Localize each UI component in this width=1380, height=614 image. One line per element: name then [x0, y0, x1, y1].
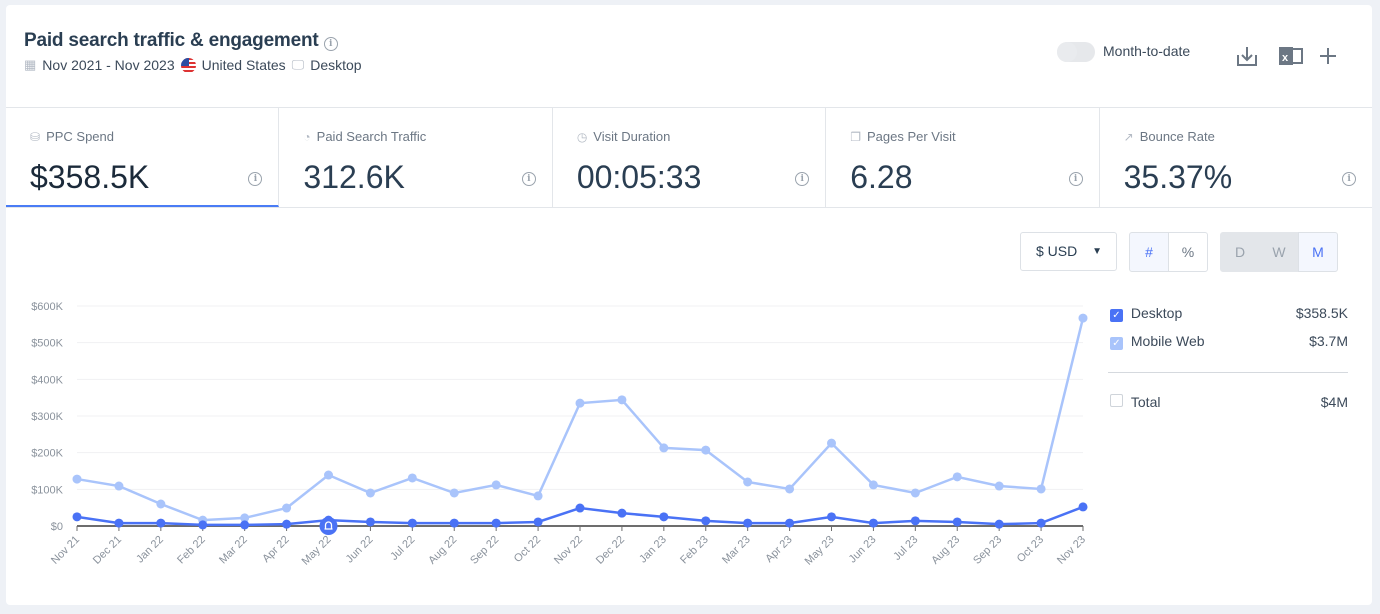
x-tick-label: Jan 23 [637, 534, 669, 566]
data-point [701, 445, 711, 455]
data-point [114, 518, 124, 528]
y-tick-label: $600K [31, 301, 63, 313]
data-point [994, 481, 1004, 491]
x-tick-label: May 23 [803, 534, 837, 568]
data-point [198, 520, 208, 530]
bell-icon[interactable] [319, 517, 338, 535]
data-point [240, 520, 250, 530]
x-tick-label: Nov 23 [1055, 534, 1088, 567]
x-tick-label: Jun 22 [344, 534, 376, 566]
data-point [491, 518, 501, 528]
data-point [659, 512, 669, 522]
data-point [952, 517, 962, 527]
x-tick-label: Jul 23 [891, 534, 920, 563]
x-tick-label: Jan 22 [134, 534, 166, 566]
data-point [72, 474, 82, 484]
data-point [827, 512, 836, 522]
x-tick-label: May 22 [300, 534, 334, 568]
x-tick-label: Dec 21 [91, 534, 124, 567]
data-point [282, 519, 292, 529]
data-point [156, 499, 166, 509]
data-point [785, 484, 795, 494]
data-point [156, 518, 166, 528]
data-point [282, 503, 292, 513]
data-point [365, 488, 375, 498]
data-point [701, 516, 711, 526]
data-point [910, 488, 920, 498]
x-tick-label: Oct 23 [1015, 534, 1046, 565]
data-point [449, 488, 459, 498]
data-point [785, 518, 795, 528]
x-tick-label: Aug 23 [929, 534, 962, 567]
x-tick-label: Feb 22 [175, 534, 208, 567]
data-point [407, 518, 417, 528]
y-tick-label: $400K [31, 374, 63, 386]
data-point [1078, 313, 1088, 323]
x-tick-label: Nov 21 [49, 534, 82, 567]
x-tick-label: Mar 22 [217, 534, 250, 567]
data-point [533, 517, 543, 527]
x-tick-label: Mar 23 [720, 534, 753, 567]
y-tick-label: $500K [31, 338, 63, 350]
x-tick-label: Sep 22 [468, 534, 501, 567]
data-point [743, 518, 753, 528]
x-tick-label: Aug 22 [426, 534, 459, 567]
data-point [491, 480, 501, 490]
x-tick-label: Feb 23 [678, 534, 711, 567]
line-chart: $0 $100K $200K $300K $400K $500K $600K Nov 21 De… [31, 301, 1088, 568]
data-point [743, 477, 753, 487]
data-point [827, 438, 836, 448]
x-tick-label: Jun 23 [847, 534, 879, 566]
data-point [868, 518, 878, 528]
x-tick-label: Apr 22 [260, 534, 291, 565]
y-tick-label: $0 [51, 521, 63, 533]
data-point [994, 519, 1004, 529]
data-point [952, 472, 962, 482]
x-tick-label: Sep 23 [971, 534, 1004, 567]
data-point [365, 517, 375, 527]
x-tick-label: Nov 22 [552, 534, 585, 567]
data-point [407, 473, 417, 483]
y-tick-label: $200K [31, 448, 63, 460]
data-point [1036, 518, 1046, 528]
data-point [114, 481, 124, 491]
x-tick-label: Jul 22 [388, 534, 417, 563]
data-point [72, 512, 82, 522]
data-point [1036, 484, 1046, 494]
x-tick-label: Apr 23 [763, 534, 794, 565]
data-point [1078, 502, 1088, 512]
data-point [868, 480, 878, 490]
y-tick-label: $100K [31, 484, 63, 496]
data-point [659, 443, 669, 453]
data-point [324, 470, 333, 480]
data-point [575, 398, 585, 408]
data-point [617, 508, 627, 518]
data-point [575, 503, 585, 513]
y-tick-label: $300K [31, 411, 63, 423]
x-tick-label: Dec 22 [594, 534, 627, 567]
x-tick-label: Oct 22 [512, 534, 543, 565]
data-point [533, 491, 543, 501]
data-point [449, 518, 459, 528]
data-point [617, 395, 627, 405]
data-point [910, 516, 920, 526]
